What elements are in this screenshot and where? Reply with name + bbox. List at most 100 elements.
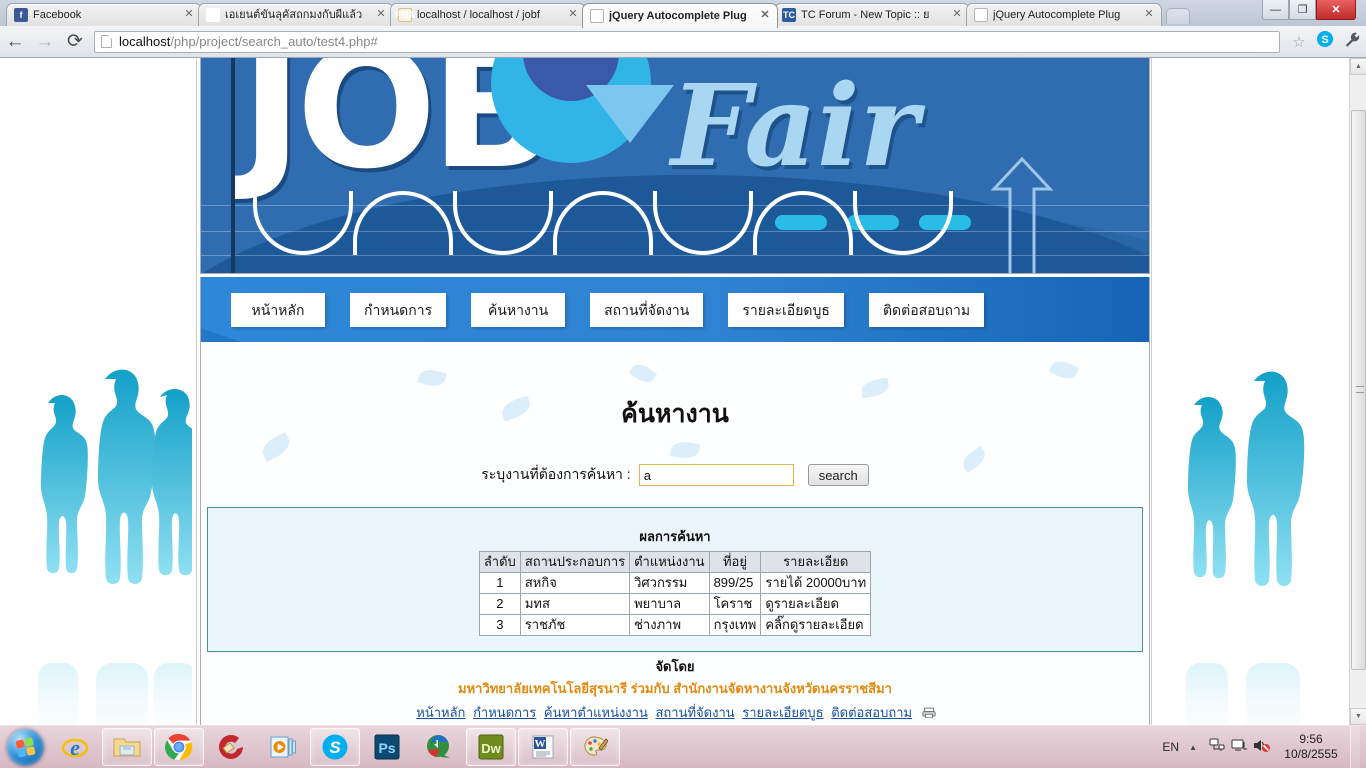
browser-tab-1[interactable]: ● เอเยนต์ขันลุคัสถกมงกับผีแล้ว ✕ [198,3,394,26]
page-icon: ▤ [590,9,604,23]
browser-tab-strip: f Facebook ✕ ● เอเยนต์ขันลุคัสถกมงกับผีแ… [0,0,1366,28]
search-button[interactable]: search [807,464,869,486]
back-icon[interactable]: ← [0,27,30,57]
browser-tab-5[interactable]: ▤ jQuery Autocomplete Plug ✕ [966,3,1162,26]
taskbar-internet-explorer[interactable]: e [50,728,100,766]
network-icon[interactable] [1206,738,1228,756]
tab-title: Facebook [33,9,82,21]
search-input[interactable] [638,464,794,486]
scrollbar-grip-icon [1356,386,1364,393]
window-close-button[interactable]: ✕ [1316,0,1356,20]
svg-text:S: S [329,738,341,757]
scroll-down-arrow-icon[interactable]: ▼ [1350,708,1366,725]
taskbar-ccleaner[interactable] [206,728,256,766]
page-title: ค้นหางาน [621,400,729,428]
scrollbar-thumb[interactable] [1351,110,1366,670]
page-vertical-scrollbar[interactable]: ▲ ▼ [1349,58,1366,725]
tab-title: localhost / localhost / jobf [417,9,540,21]
taskbar-photoshop[interactable]: Ps [362,728,412,766]
action-center-icon[interactable] [1228,738,1250,756]
taskbar-google-chrome[interactable] [154,728,204,766]
new-tab-button[interactable] [1166,8,1190,24]
chrome-menu-wrench-icon[interactable] [1338,32,1366,52]
clock[interactable]: 9:56 10/8/2555 [1272,732,1350,762]
red-dot-icon: ● [206,8,220,22]
tab-title: TC Forum - New Topic :: ย [801,9,930,21]
nav-item-search-jobs[interactable]: ค้นหางาน [471,292,566,327]
skype-extension-icon[interactable]: S [1312,30,1338,53]
url-path: /php/project/search_auto/test4.php# [170,34,378,49]
search-results-panel: ผลการค้นหา ลำดับ สถานประกอบการ ตำแหน่งงา… [207,507,1143,652]
leaf-decoration [670,440,700,460]
window-maximize-button[interactable]: ❐ [1289,0,1316,20]
search-label: ระบุงานที่ต้องการค้นหา : [481,466,631,482]
footer-link-booth[interactable]: รายละเอียดบูธ [742,705,823,720]
close-tab-icon[interactable]: ✕ [375,9,387,21]
skype-icon: S [322,734,348,760]
close-tab-icon[interactable]: ✕ [1143,9,1155,21]
browser-tab-3-active[interactable]: ▤ jQuery Autocomplete Plug ✕ [582,3,778,28]
close-tab-icon[interactable]: ✕ [951,9,963,21]
taskbar-internet-download-manager[interactable] [414,728,464,766]
google-chrome-icon [165,733,193,760]
cell-company: มทส [519,593,631,615]
reload-icon[interactable]: ⟳ [60,27,90,57]
internet-explorer-icon: e [61,735,89,760]
close-tab-icon[interactable]: ✕ [759,10,771,22]
page-body: ค้นหางาน ระบุงานที่ต้องการค้นหา : search… [200,342,1150,725]
browser-window: f Facebook ✕ ● เอเยนต์ขันลุคัสถกมงกับผีแ… [0,0,1366,725]
table-row[interactable]: 3 ราชภัช ช่างภาพ กรุงเทพ คลิ๊กดูรายละเอี… [478,614,872,636]
window-minimize-button[interactable]: — [1262,0,1289,20]
input-language-indicator[interactable]: EN [1162,740,1179,754]
taskbar-paint[interactable] [570,728,620,766]
nav-item-booth-details[interactable]: รายละเอียดบูธ [728,292,844,327]
table-row[interactable]: 2 มทส พยาบาล โคราช ดูรายละเอียด [478,593,872,615]
taskbar-skype[interactable]: S [310,728,360,766]
footer-link-contact[interactable]: ติดต่อสอบถาม [831,705,912,720]
nav-item-schedule[interactable]: กำหนดการ [350,292,447,327]
search-form: ระบุงานที่ต้องการค้นหา : search [201,464,1149,486]
internet-download-manager-icon [427,735,450,758]
browser-tab-2[interactable]: PMA localhost / localhost / jobf ✕ [390,3,586,26]
column-header-position: ตำแหน่งงาน [629,551,710,573]
column-header-company: สถานประกอบการ [519,551,631,573]
site-nav-menu: หน้าหลัก กำหนดการ ค้นหางาน สถานที่จัดงาน… [200,277,1150,342]
svg-text:S: S [1321,34,1328,46]
browser-tab-4[interactable]: TC TC Forum - New Topic :: ย ✕ [774,3,970,26]
taskbar-windows-explorer[interactable] [102,728,152,766]
column-header-index: ลำดับ [478,551,521,573]
show-hidden-icons-icon[interactable]: ▲ [1189,743,1197,752]
start-button[interactable] [2,727,48,767]
volume-muted-icon[interactable] [1250,738,1272,756]
footer-link-venue[interactable]: สถานที่จัดงาน [655,705,734,720]
footer-link-home[interactable]: หน้าหลัก [416,705,465,720]
phpmyadmin-icon: PMA [395,8,415,22]
people-silhouette-right [1186,371,1305,725]
close-tab-icon[interactable]: ✕ [567,9,579,21]
close-tab-icon[interactable]: ✕ [183,9,195,21]
footer-organized-by: จัดโดย [655,659,695,674]
cell-company: ราชภัช [519,614,631,636]
taskbar-dreamweaver[interactable]: Dw [466,728,516,766]
bookmark-star-icon[interactable]: ☆ [1286,33,1312,51]
nav-item-venue[interactable]: สถานที่จัดงาน [590,292,704,327]
show-desktop-button[interactable] [1350,725,1360,768]
table-header-row: ลำดับ สถานประกอบการ ตำแหน่งงาน ที่อยู่ ร… [478,551,872,573]
svg-text:W: W [535,738,546,750]
scroll-up-arrow-icon[interactable]: ▲ [1350,58,1366,75]
clock-date: 10/8/2555 [1284,747,1338,761]
windows-logo-icon [6,728,44,766]
browser-tab-0[interactable]: f Facebook ✕ [6,3,202,26]
nav-item-home[interactable]: หน้าหลัก [231,292,325,327]
footer-link-search-positions[interactable]: ค้นหาตำแหน่งงาน [544,705,648,720]
forward-icon[interactable]: → [30,27,60,57]
cell-company: สหกิจ [519,572,631,594]
footer-link-schedule[interactable]: กำหนดการ [473,705,536,720]
address-bar[interactable]: localhost/php/project/search_auto/test4.… [94,30,1280,53]
cell-index: 2 [478,593,521,615]
taskbar-microsoft-word[interactable]: W [518,728,568,766]
table-row[interactable]: 1 สหกิจ วิศวกรรม 899/25 รายได้ 20000บาท [478,572,872,594]
cell-index: 1 [478,572,521,594]
taskbar-media-player[interactable] [258,728,308,766]
nav-item-contact[interactable]: ติดต่อสอบถาม [868,292,985,327]
